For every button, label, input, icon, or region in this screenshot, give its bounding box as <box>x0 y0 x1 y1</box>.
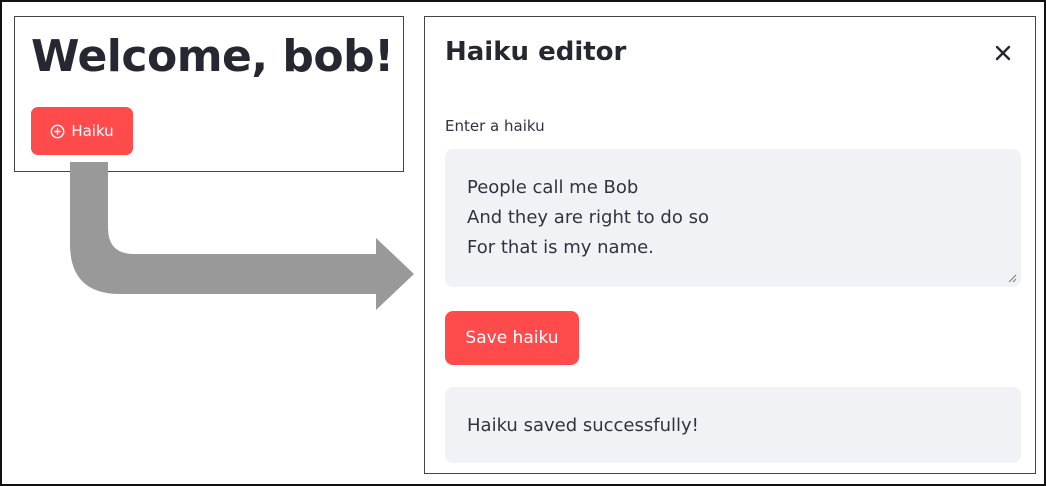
plus-circle-icon <box>50 124 65 138</box>
success-message: Haiku saved successfully! <box>467 414 699 436</box>
close-button[interactable] <box>989 39 1017 67</box>
resize-grip-icon[interactable] <box>1007 273 1017 283</box>
haiku-textarea[interactable]: People call me Bob And they are right to… <box>445 149 1021 287</box>
haiku-editor-dialog: Haiku editor Enter a haiku People call m… <box>424 16 1036 474</box>
welcome-panel: Welcome, bob! Haiku <box>14 16 404 172</box>
close-icon <box>995 45 1011 61</box>
haiku-textarea-value[interactable]: People call me Bob And they are right to… <box>467 173 709 263</box>
flow-arrow-shape <box>70 162 414 310</box>
screenshot-canvas: Welcome, bob! Haiku Haiku editor Enter a… <box>0 0 1046 486</box>
dialog-title: Haiku editor <box>445 37 627 67</box>
add-haiku-button-label: Haiku <box>71 122 114 140</box>
add-haiku-button[interactable]: Haiku <box>31 107 133 155</box>
haiku-field-label: Enter a haiku <box>445 117 545 135</box>
success-message-box: Haiku saved successfully! <box>445 387 1021 463</box>
save-haiku-button[interactable]: Save haiku <box>445 311 579 365</box>
welcome-heading: Welcome, bob! <box>31 31 394 82</box>
